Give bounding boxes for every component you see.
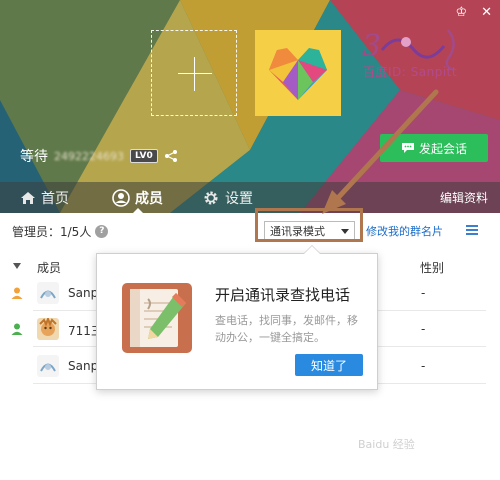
home-icon xyxy=(21,191,35,204)
user-icon xyxy=(112,188,130,207)
group-header: ♔ ✕ 3 百度ID: Sanpitt 等待 2492224693 LV0 发起… xyxy=(0,0,500,213)
popup-title: 开启通讯录查找电话 xyxy=(215,286,351,304)
level-badge: LV0 xyxy=(130,149,158,163)
avatar xyxy=(37,318,59,340)
group-id: 2492224693 xyxy=(54,149,124,163)
tab-settings[interactable]: 设置 xyxy=(202,182,253,213)
gear-icon xyxy=(204,191,218,204)
member-gender: - xyxy=(421,286,426,300)
tab-home[interactable]: 首页 xyxy=(20,182,69,213)
member-gender: - xyxy=(421,322,426,336)
annotation-highlight-box xyxy=(255,208,363,242)
tab-bar: 首页 成员 设置 编辑资料 xyxy=(0,182,500,213)
admin-count-label: 管理员：1/5人 xyxy=(12,225,92,239)
member-gender: - xyxy=(421,359,426,373)
group-name: 等待 xyxy=(20,149,48,165)
member-name: Sanp xyxy=(68,359,99,373)
notebook-pen-icon xyxy=(122,283,192,353)
popup-description: 查电话，找同事，发邮件，移动办公，一键全搞定。 xyxy=(215,314,358,344)
heart-logo-icon xyxy=(269,48,327,100)
column-gender[interactable]: 性别 xyxy=(420,259,444,276)
edit-profile-button[interactable]: 编辑资料 xyxy=(440,182,488,213)
admin-role-icon xyxy=(11,323,23,335)
close-icon[interactable]: ✕ xyxy=(481,6,492,20)
chat-bubble-icon xyxy=(401,143,414,153)
page-watermark: Baidu 经验 xyxy=(358,438,415,451)
help-icon[interactable]: ? xyxy=(95,225,109,238)
window-controls: ♔ ✕ xyxy=(455,6,492,20)
tab-home-label: 首页 xyxy=(41,190,69,207)
watermark-text: 百度ID: Sanpitt xyxy=(363,65,458,79)
tab-members[interactable]: 成员 xyxy=(112,182,163,213)
tab-settings-label: 设置 xyxy=(225,190,253,207)
got-it-button[interactable]: 知道了 xyxy=(295,354,363,376)
tab-members-label: 成员 xyxy=(135,190,163,207)
start-chat-button[interactable]: 发起会话 xyxy=(380,134,488,162)
avatar xyxy=(37,282,59,304)
group-info: 等待 2492224693 LV0 xyxy=(20,146,178,166)
share-icon[interactable] xyxy=(164,149,178,163)
column-member[interactable]: 成员 xyxy=(37,259,61,276)
admin-count: 管理员：1/5人 ? xyxy=(12,223,109,240)
group-avatar[interactable] xyxy=(255,30,341,116)
member-name: Sanp xyxy=(68,286,99,300)
list-menu-icon[interactable] xyxy=(466,225,478,235)
popup-pointer xyxy=(303,245,321,254)
contacts-mode-tooltip: 开启通讯录查找电话 查电话，找同事，发邮件，移动办公，一键全搞定。 知道了 xyxy=(96,245,378,390)
skin-icon[interactable]: ♔ xyxy=(455,6,467,20)
group-window: ♔ ✕ 3 百度ID: Sanpitt 等待 2492224693 LV0 发起… xyxy=(0,0,500,480)
avatar xyxy=(37,355,59,377)
start-chat-label: 发起会话 xyxy=(418,141,467,156)
owner-role-icon xyxy=(11,287,23,299)
add-group-photo-button[interactable] xyxy=(151,30,237,116)
sort-caret-icon[interactable] xyxy=(13,263,21,269)
svg-text:3: 3 xyxy=(362,29,381,64)
edit-my-card-link[interactable]: 修改我的群名片 xyxy=(366,223,443,239)
